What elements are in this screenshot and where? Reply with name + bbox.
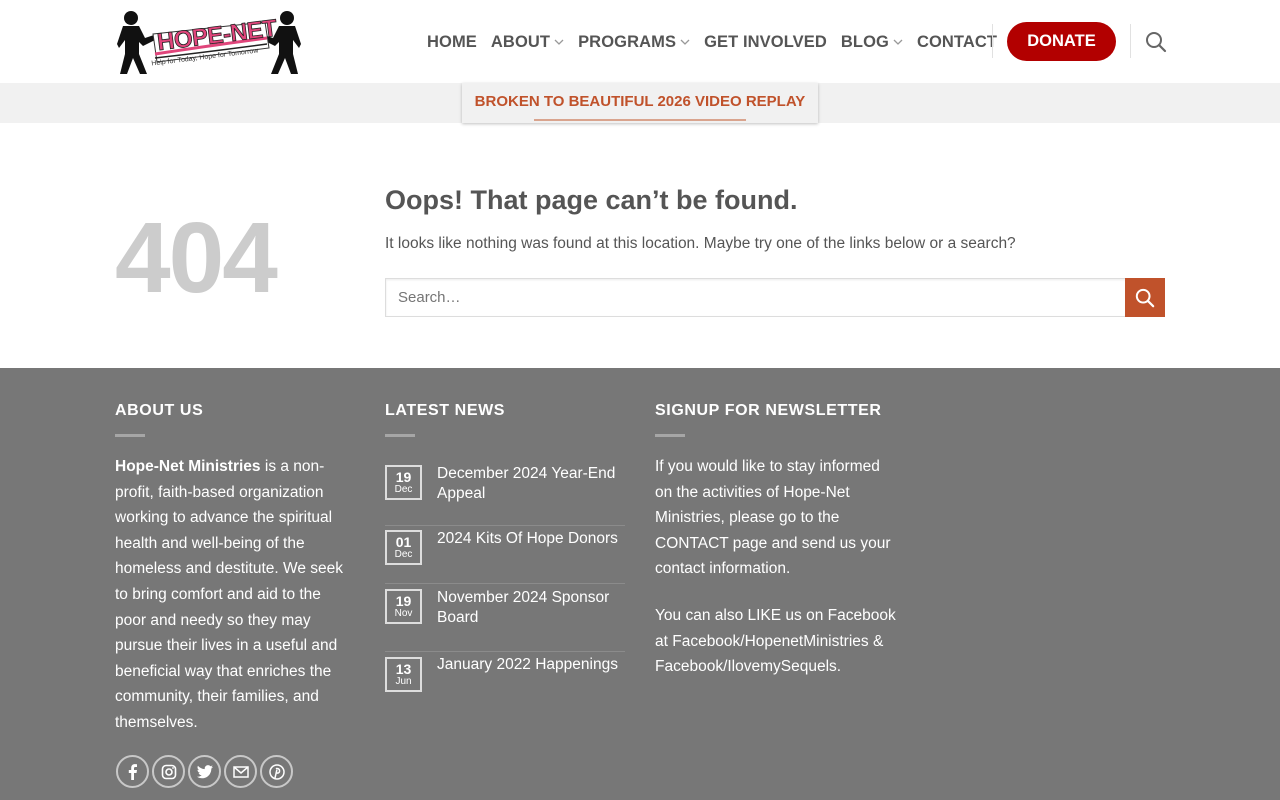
pinterest-link[interactable] [260, 755, 293, 788]
newsletter-paragraph: If you would like to stay informed on th… [655, 458, 891, 578]
date-month: Nov [394, 608, 413, 619]
nav-contact[interactable]: CONTACT [917, 33, 997, 52]
facebook-link[interactable] [116, 755, 149, 788]
date-day: 19 [395, 593, 412, 609]
nav-blog[interactable]: BLOG [841, 33, 903, 52]
date-day: 01 [395, 534, 412, 550]
twitter-link[interactable] [188, 755, 221, 788]
chevron-down-icon [680, 39, 690, 45]
date-badge: 19 Dec [385, 465, 422, 500]
instagram-icon [161, 764, 176, 779]
main-nav: HOME ABOUT PROGRAMS GET INVOLVED BLOG CO… [427, 22, 1011, 62]
error-message: It looks like nothing was found at this … [385, 235, 1016, 252]
nav-programs-label: PROGRAMS [578, 32, 677, 51]
news-title[interactable]: November 2024 Sponsor Board [437, 588, 627, 627]
footer-title-rule [115, 434, 145, 437]
footer-about-title: ABOUT US [115, 402, 204, 419]
news-list: 19 Dec December 2024 Year-End Appeal 01 … [385, 460, 625, 716]
nav-blog-label: BLOG [840, 32, 889, 51]
instagram-link[interactable] [152, 755, 185, 788]
site-logo[interactable]: HOPE-NET Help for Today, Hope for Tomorr… [117, 8, 301, 76]
search-form [385, 278, 1165, 317]
footer-title-rule [655, 434, 685, 437]
nav-about-label: ABOUT [490, 32, 551, 51]
news-title[interactable]: January 2022 Happenings [437, 655, 627, 675]
announcement-link[interactable]: BROKEN TO BEAUTIFUL 2026 VIDEO REPLAY [462, 83, 818, 123]
chevron-down-icon [554, 39, 564, 45]
search-submit-button[interactable] [1125, 278, 1165, 317]
news-item[interactable]: 19 Dec December 2024 Year-End Appeal [385, 460, 625, 526]
about-body: is a non-profit, faith-based organizatio… [115, 458, 344, 731]
date-month: Dec [394, 549, 413, 560]
news-item[interactable]: 13 Jun January 2022 Happenings [385, 652, 625, 716]
search-icon[interactable] [1145, 31, 1167, 53]
date-badge: 19 Nov [385, 589, 422, 624]
search-icon [1135, 288, 1155, 307]
footer-about-text: Hope-Net Ministries is a non-profit, fai… [115, 454, 347, 736]
nav-divider [992, 24, 993, 58]
footer-title-rule [385, 434, 415, 437]
donate-button[interactable]: DONATE [1007, 22, 1116, 61]
footer-news-title: LATEST NEWS [385, 402, 506, 419]
nav-get-involved[interactable]: GET INVOLVED [704, 33, 827, 52]
nav-home[interactable]: HOME [427, 33, 477, 52]
site-footer: ABOUT US Hope-Net Ministries is a non-pr… [0, 368, 1280, 800]
donate-label: DONATE [1027, 32, 1096, 50]
announcement-bar: BROKEN TO BEAUTIFUL 2026 VIDEO REPLAY [0, 83, 1280, 123]
search-input[interactable] [385, 278, 1126, 317]
news-title[interactable]: 2024 Kits Of Hope Donors [437, 529, 627, 549]
news-item[interactable]: 19 Nov November 2024 Sponsor Board [385, 584, 625, 652]
announcement-underline [534, 119, 746, 121]
site-header: HOPE-NET Help for Today, Hope for Tomorr… [0, 0, 1280, 83]
pinterest-icon [268, 763, 285, 780]
nav-get-involved-label: GET INVOLVED [704, 32, 827, 51]
news-title[interactable]: December 2024 Year-End Appeal [437, 464, 627, 503]
date-month: Jun [395, 676, 412, 687]
newsletter-text: If you would like to stay informed on th… [655, 454, 900, 701]
email-link[interactable] [224, 755, 257, 788]
nav-contact-label: CONTACT [916, 32, 998, 51]
nav-home-label: HOME [427, 32, 477, 51]
footer-newsletter-title: SIGNUP FOR NEWSLETTER [655, 402, 882, 419]
news-item[interactable]: 01 Dec 2024 Kits Of Hope Donors [385, 526, 625, 584]
twitter-icon [196, 764, 213, 778]
nav-programs[interactable]: PROGRAMS [578, 33, 690, 52]
error-code: 404 [115, 202, 278, 314]
date-day: 13 [395, 661, 412, 677]
date-day: 19 [395, 469, 412, 485]
nav-divider [1130, 24, 1131, 58]
page-title: Oops! That page can’t be found. [385, 185, 798, 215]
newsletter-paragraph: You can also LIKE us on Facebook at Face… [655, 606, 896, 676]
date-badge: 01 Dec [385, 530, 422, 565]
announcement-label: BROKEN TO BEAUTIFUL 2026 VIDEO REPLAY [474, 93, 806, 110]
date-month: Dec [394, 484, 413, 495]
nav-about[interactable]: ABOUT [491, 33, 564, 52]
facebook-icon [128, 763, 137, 780]
social-links [116, 755, 296, 788]
chevron-down-icon [893, 39, 903, 45]
date-badge: 13 Jun [385, 657, 422, 692]
email-icon [232, 765, 249, 778]
org-name: Hope-Net Ministries [115, 458, 261, 475]
